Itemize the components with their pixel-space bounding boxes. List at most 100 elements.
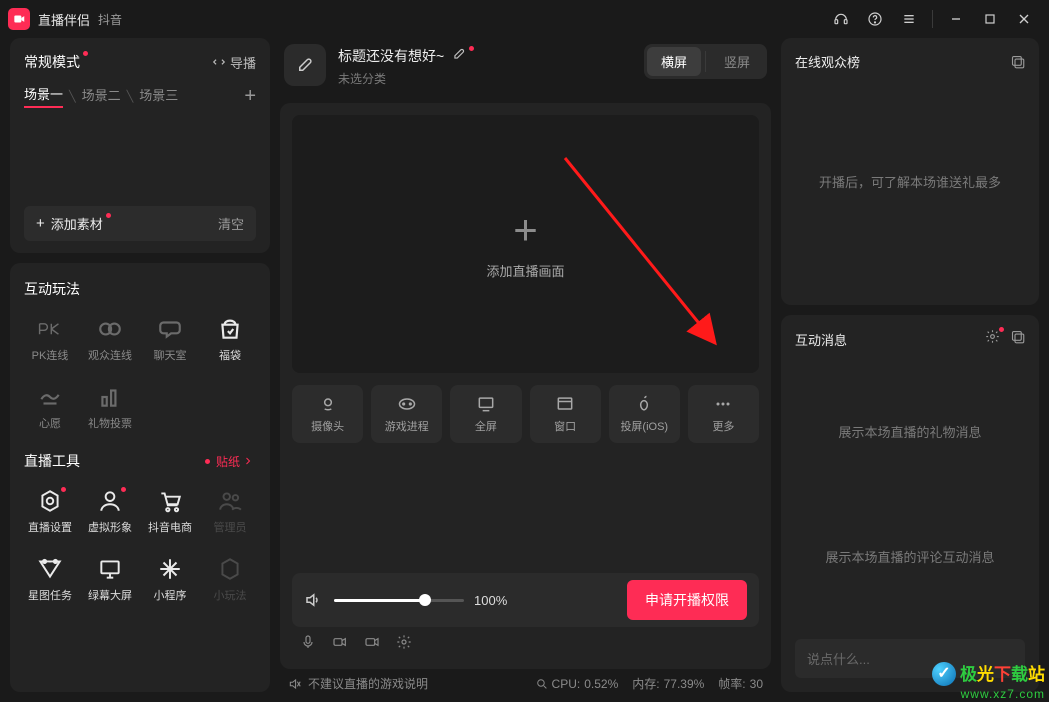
gear-icon[interactable] — [985, 329, 1000, 349]
sticker-label: 贴纸 — [216, 453, 240, 470]
menu-icon[interactable] — [892, 2, 926, 36]
source-game[interactable]: 游戏进程 — [371, 385, 442, 443]
center-header: 标题还没有想好~ 未选分类 横屏 竖屏 — [280, 38, 771, 103]
dots-icon — [713, 394, 733, 414]
popout-icon[interactable] — [1010, 329, 1025, 349]
play-icon — [216, 555, 244, 583]
tool-label: 小程序 — [154, 587, 187, 603]
tool-pk[interactable]: PK连线 — [20, 309, 80, 373]
messages-hint-2: 展示本场直播的评论互动消息 — [825, 547, 994, 566]
tool-miniprogram[interactable]: 小程序 — [140, 549, 200, 613]
tool-wish[interactable]: 心愿 — [20, 377, 80, 441]
volume-value: 100% — [474, 593, 507, 608]
record-icon[interactable] — [332, 634, 348, 650]
messages-panel: 互动消息 展示本场直播的礼物消息 展示本场直播的评论互动消息 说点什么... — [781, 315, 1039, 692]
src-label: 游戏进程 — [385, 418, 429, 434]
scene-tab-1[interactable]: 场景一 — [24, 84, 63, 108]
edit-stream-button[interactable] — [284, 44, 326, 86]
tool-label: 福袋 — [219, 347, 241, 363]
category-label[interactable]: 未选分类 — [338, 70, 466, 87]
tool-ecommerce[interactable]: 抖音电商 — [140, 481, 200, 545]
tool-chatroom[interactable]: 聊天室 — [140, 309, 200, 373]
wish-icon — [36, 383, 64, 411]
scene-tab-2[interactable]: 场景二 — [82, 85, 121, 107]
audience-title: 在线观众榜 — [795, 52, 860, 71]
app-title: 直播伴侣 — [38, 10, 90, 29]
source-fullscreen[interactable]: 全屏 — [450, 385, 521, 443]
add-scene-button[interactable]: + — [244, 86, 256, 106]
stage-panel: + 添加直播画面 摄像头 游戏进程 全屏 窗口 投屏(iOS) 更多 100% … — [280, 103, 771, 669]
tool-luckybag[interactable]: 福袋 — [200, 309, 260, 373]
screen-icon — [96, 555, 124, 583]
tool-admin[interactable]: 管理员 — [200, 481, 260, 545]
avatar-icon — [96, 487, 124, 515]
controls-row: 100% 申请开播权限 — [292, 573, 759, 627]
tool-label: 管理员 — [214, 519, 247, 535]
source-ios-cast[interactable]: 投屏(iOS) — [609, 385, 680, 443]
director-button[interactable]: 导播 — [212, 53, 256, 72]
src-label: 全屏 — [475, 418, 497, 434]
tool-label: PK连线 — [32, 347, 69, 363]
help-icon[interactable] — [858, 2, 892, 36]
popout-icon[interactable] — [1010, 54, 1025, 69]
tool-label: 小玩法 — [214, 587, 247, 603]
tool-live-settings[interactable]: 直播设置 — [20, 481, 80, 545]
volume-slider[interactable] — [334, 599, 464, 602]
interact-title: 互动玩法 — [20, 279, 260, 309]
sticker-link[interactable]: 贴纸 — [205, 453, 254, 470]
clear-button[interactable]: 清空 — [218, 214, 244, 233]
src-label: 投屏(iOS) — [620, 418, 668, 434]
tool-label: 抖音电商 — [148, 519, 192, 535]
status-bar: 不建议直播的游戏说明 CPU: 0.52% 内存:77.39% 帧率:30 — [280, 669, 771, 692]
tool-green-screen[interactable]: 绿幕大屏 — [80, 549, 140, 613]
messages-title: 互动消息 — [795, 330, 847, 349]
mic-icon[interactable] — [300, 634, 316, 650]
audience-panel: 在线观众榜 开播后，可了解本场谁送礼最多 — [781, 38, 1039, 305]
cart-icon — [156, 487, 184, 515]
tool-gift-vote[interactable]: 礼物投票 — [80, 377, 140, 441]
messages-hint-1: 展示本场直播的礼物消息 — [838, 422, 981, 441]
edit-title-icon[interactable] — [452, 47, 466, 66]
maximize-icon[interactable] — [973, 2, 1007, 36]
apply-permission-button[interactable]: 申请开播权限 — [627, 580, 747, 620]
link-icon — [96, 315, 124, 343]
headset-icon[interactable] — [824, 2, 858, 36]
tool-minigames[interactable]: 小玩法 — [200, 549, 260, 613]
sub-controls — [292, 627, 759, 657]
minimize-icon[interactable] — [939, 2, 973, 36]
source-more[interactable]: 更多 — [688, 385, 759, 443]
admin-icon — [216, 487, 244, 515]
tool-label: 聊天室 — [154, 347, 187, 363]
gamepad-icon — [397, 394, 417, 414]
status-warning[interactable]: 不建议直播的游戏说明 — [288, 675, 428, 692]
orientation-toggle: 横屏 竖屏 — [644, 44, 767, 79]
add-material-button[interactable]: + 添加素材 — [36, 214, 103, 233]
volume-icon[interactable] — [304, 591, 324, 609]
scenes-row: 场景一 ╲ 场景二 ╲ 场景三 + — [24, 84, 256, 108]
scene-tab-3[interactable]: 场景三 — [139, 85, 178, 107]
camera-off-icon[interactable] — [364, 634, 380, 650]
src-label: 窗口 — [554, 418, 576, 434]
star-task-icon — [36, 555, 64, 583]
vote-icon — [96, 383, 124, 411]
status-warn-text: 不建议直播的游戏说明 — [308, 675, 428, 692]
tool-star-task[interactable]: 星图任务 — [20, 549, 80, 613]
orient-vertical[interactable]: 竖屏 — [710, 47, 764, 76]
director-label: 导播 — [230, 53, 256, 72]
window-icon — [555, 394, 575, 414]
tool-label: 直播设置 — [28, 519, 72, 535]
tool-virtual-avatar[interactable]: 虚拟形象 — [80, 481, 140, 545]
app-subtitle: 抖音 — [98, 11, 122, 28]
status-fps: 帧率:30 — [718, 675, 763, 692]
orient-horizontal[interactable]: 横屏 — [647, 47, 701, 76]
close-icon[interactable] — [1007, 2, 1041, 36]
tool-audience-link[interactable]: 观众连线 — [80, 309, 140, 373]
gear-icon — [36, 487, 64, 515]
interact-panel: 互动玩法 PK连线 观众连线 聊天室 福袋 心愿 礼物投票 直播工具 贴纸 直播… — [10, 263, 270, 692]
source-camera[interactable]: 摄像头 — [292, 385, 363, 443]
source-window[interactable]: 窗口 — [530, 385, 601, 443]
monitor-icon — [476, 394, 496, 414]
canvas-area[interactable]: + 添加直播画面 — [292, 115, 759, 373]
settings-icon[interactable] — [396, 634, 412, 650]
chat-input[interactable]: 说点什么... — [795, 639, 1025, 678]
